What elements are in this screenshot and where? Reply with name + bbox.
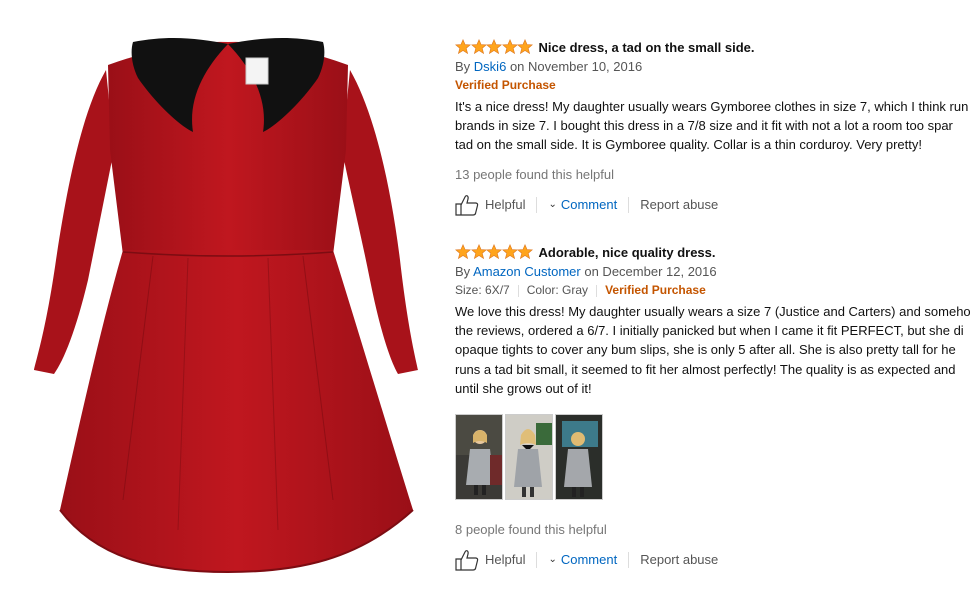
star-icon	[455, 244, 471, 260]
customer-photo-back[interactable]	[555, 413, 603, 500]
review-date: on November 10, 2016	[509, 59, 643, 74]
review-images	[455, 413, 970, 500]
helpful-count: 8 people found this helpful	[455, 521, 607, 537]
review-body-line: We love this dress! My daughter usually …	[455, 304, 970, 319]
helpful-label: Helpful	[485, 552, 526, 568]
star-icon	[486, 39, 502, 55]
comment-link[interactable]: ⌄ Comment	[548, 197, 617, 212]
helpful-button[interactable]: Helpful	[455, 549, 525, 571]
star-icon	[455, 39, 471, 55]
review-body-line: opaque tights to cover any bum slips, sh…	[455, 342, 956, 358]
verified-badge: Verified Purchase	[605, 283, 706, 297]
by-label: By	[455, 264, 471, 279]
thumbs-up-icon	[455, 194, 479, 216]
star-icon	[501, 244, 518, 260]
review-title[interactable]: Nice dress, a tad on the small side.	[539, 40, 755, 55]
thumbs-up-icon	[455, 550, 479, 571]
helpful-button[interactable]: Helpful	[455, 194, 525, 216]
product-image[interactable]	[28, 30, 428, 580]
review-body-line: runs a tad bit small, it seemed to fit h…	[455, 361, 956, 377]
chevron-down-icon: ⌄	[548, 554, 557, 566]
chevron-down-icon: ⌄	[548, 199, 557, 211]
author-link[interactable]: Amazon Customer	[473, 264, 581, 279]
review-body-line: the reviews, ordered a 6/7. I initially …	[455, 323, 964, 339]
comment-link[interactable]: ⌄ Comment	[548, 552, 617, 567]
report-abuse-link[interactable]: Report abuse	[640, 197, 718, 212]
review-body: We love this dress! My daughter usually …	[455, 302, 970, 398]
star-icon	[470, 244, 487, 260]
review-title[interactable]: Adorable, nice quality dress.	[539, 245, 716, 260]
star-rating[interactable]	[455, 39, 533, 55]
review-body-line: brands in size 7. I bought this dress in…	[455, 118, 953, 134]
color-label[interactable]: Color: Gray	[527, 283, 588, 297]
star-icon	[470, 39, 487, 55]
helpful-count: 13 people found this helpful	[455, 166, 615, 182]
star-icon	[486, 244, 502, 260]
review-body-line: It's a nice dress! My daughter usually w…	[455, 99, 969, 114]
verified-badge: Verified Purchase	[455, 78, 556, 92]
comment-label: Comment	[560, 552, 618, 568]
by-label: By	[455, 59, 471, 74]
star-icon	[501, 39, 518, 55]
review-body: It's a nice dress! My daughter usually w…	[455, 97, 970, 155]
customer-photo-smiling[interactable]	[505, 413, 553, 500]
author-link[interactable]: Dski6	[474, 59, 507, 74]
report-abuse-link[interactable]: Report abuse	[640, 552, 718, 567]
star-rating[interactable]	[455, 244, 533, 260]
customer-photo-front[interactable]	[455, 413, 503, 500]
comment-label: Comment	[560, 197, 618, 213]
star-icon	[517, 244, 533, 260]
review-2: Adorable, nice quality dress. By Amazon …	[455, 242, 970, 572]
review-1: Nice dress, a tad on the small side. By …	[455, 37, 970, 217]
size-label[interactable]: Size: 6X/7	[455, 283, 510, 297]
review-body-line: until she grows out of it!	[455, 380, 592, 396]
review-date: on December 12, 2016	[584, 264, 717, 279]
review-body-line: tad on the small side. It is Gymboree qu…	[455, 137, 922, 153]
star-icon	[517, 39, 533, 55]
helpful-label: Helpful	[485, 197, 526, 213]
